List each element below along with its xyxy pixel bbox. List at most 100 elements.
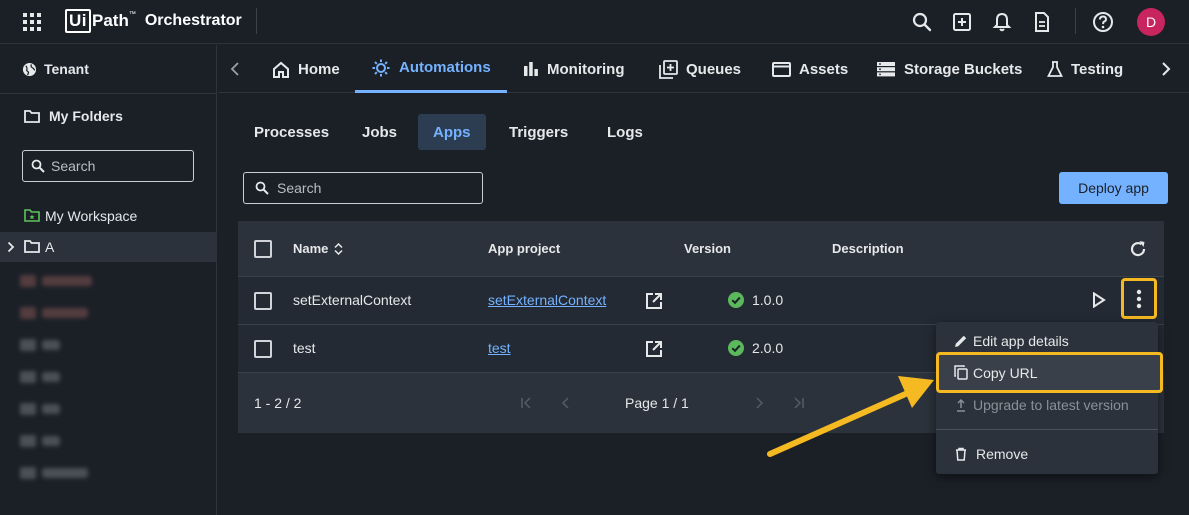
- column-header-name[interactable]: Name: [293, 241, 343, 256]
- chevron-right-icon[interactable]: [1157, 60, 1175, 78]
- external-link-icon[interactable]: [645, 340, 663, 358]
- column-header-app-project: App project: [488, 241, 561, 256]
- check-circle-icon: [728, 292, 744, 308]
- document-icon[interactable]: [1031, 11, 1053, 33]
- tab-home[interactable]: Home: [272, 45, 340, 93]
- column-header-version: Version: [684, 241, 731, 256]
- run-icon[interactable]: [1092, 292, 1106, 308]
- copy-icon: [954, 365, 968, 380]
- external-link-icon[interactable]: [645, 292, 663, 310]
- more-actions-button[interactable]: [1121, 278, 1157, 319]
- uipath-logo[interactable]: Ui Path ™ Orchestrator: [65, 9, 242, 33]
- sidebar-item-a[interactable]: A: [0, 232, 217, 262]
- tab-testing[interactable]: Testing: [1047, 45, 1123, 93]
- divider: [256, 8, 257, 34]
- divider: [0, 93, 217, 94]
- workspace-folder-icon: [24, 209, 40, 222]
- top-bar: Ui Path ™ Orchestrator D: [0, 0, 1189, 44]
- row-checkbox[interactable]: [254, 292, 272, 310]
- menu-item-upgrade[interactable]: Upgrade to latest version: [936, 390, 1158, 420]
- table-row[interactable]: setExternalContext setExternalContext 1.…: [238, 277, 1164, 325]
- chevron-right-icon[interactable]: [7, 241, 15, 253]
- automations-icon: [372, 59, 390, 76]
- logo-trademark: ™: [128, 11, 136, 18]
- check-circle-icon: [728, 340, 744, 356]
- search-icon: [31, 159, 45, 173]
- tab-monitoring[interactable]: Monitoring: [523, 45, 624, 93]
- redacted-folder[interactable]: [20, 338, 60, 352]
- sidebar-item-label: A: [45, 239, 55, 255]
- apps-search-input[interactable]: [277, 180, 467, 196]
- divider: [1075, 8, 1076, 34]
- my-folders-link[interactable]: My Folders: [24, 108, 123, 124]
- page-indicator: Page 1 / 1: [625, 395, 689, 411]
- main-nav: Home Automations Monitoring Queues Asset…: [218, 45, 1189, 93]
- assets-icon: [772, 61, 791, 77]
- apps-search[interactable]: [243, 172, 483, 204]
- app-project-link[interactable]: test: [488, 340, 511, 356]
- menu-item-label: Edit app details: [973, 333, 1069, 349]
- menu-item-copy-url[interactable]: Copy URL: [936, 352, 1163, 393]
- menu-item-label: Copy URL: [973, 365, 1038, 381]
- folder-icon: [24, 240, 40, 253]
- bell-icon[interactable]: [991, 11, 1013, 33]
- app-name: test: [293, 340, 316, 356]
- tab-label: Home: [298, 60, 340, 78]
- redacted-folder[interactable]: [20, 466, 88, 480]
- tab-label: Assets: [799, 60, 849, 78]
- first-page-icon[interactable]: [520, 397, 532, 409]
- tab-queues[interactable]: Queues: [659, 45, 741, 93]
- subtab-logs[interactable]: Logs: [592, 114, 658, 150]
- search-icon[interactable]: [911, 11, 933, 33]
- subtab-jobs[interactable]: Jobs: [347, 114, 412, 150]
- upgrade-icon: [957, 398, 965, 412]
- app-actions-menu: Edit app details Upgrade to latest versi…: [936, 322, 1158, 474]
- product-name: Orchestrator: [144, 12, 242, 29]
- subtab-processes[interactable]: Processes: [239, 114, 344, 150]
- tab-storage-buckets[interactable]: Storage Buckets: [876, 45, 1022, 93]
- subtab-apps[interactable]: Apps: [418, 114, 486, 150]
- redacted-folder[interactable]: [20, 434, 60, 448]
- logo-ui: Ui: [65, 9, 91, 33]
- row-checkbox[interactable]: [254, 340, 272, 358]
- subtab-triggers[interactable]: Triggers: [494, 114, 583, 150]
- app-project-link[interactable]: setExternalContext: [488, 292, 606, 308]
- refresh-icon[interactable]: [1128, 239, 1148, 259]
- table-header: Name App project Version Description: [238, 221, 1164, 277]
- tab-automations[interactable]: Automations: [355, 45, 507, 93]
- version-cell: 1.0.0: [728, 292, 783, 308]
- add-icon[interactable]: [951, 11, 973, 33]
- sort-icon[interactable]: [334, 242, 343, 255]
- version-label: 2.0.0: [752, 340, 784, 356]
- kebab-menu-icon: [1136, 289, 1142, 308]
- redacted-folder[interactable]: [20, 274, 92, 288]
- folder-search-input[interactable]: [51, 158, 181, 174]
- trash-icon: [956, 447, 966, 461]
- menu-item-remove[interactable]: Remove: [936, 439, 1158, 469]
- app-launcher-icon[interactable]: [23, 13, 41, 31]
- tab-assets[interactable]: Assets: [772, 45, 848, 93]
- menu-item-label: Remove: [976, 446, 1029, 462]
- folder-search[interactable]: [22, 150, 194, 182]
- queues-icon: [659, 59, 678, 79]
- tenant-link[interactable]: Tenant: [22, 61, 89, 77]
- redacted-folder[interactable]: [20, 370, 60, 384]
- row-range: 1 - 2 / 2: [254, 395, 302, 411]
- user-avatar[interactable]: D: [1137, 8, 1165, 36]
- sidebar-item-my-workspace[interactable]: My Workspace: [0, 201, 217, 231]
- pencil-icon: [955, 335, 967, 347]
- tab-label: Monitoring: [547, 60, 625, 78]
- redacted-folder[interactable]: [20, 402, 60, 416]
- select-all-checkbox[interactable]: [254, 240, 272, 258]
- help-icon[interactable]: [1092, 11, 1114, 33]
- column-header-description: Description: [832, 241, 904, 256]
- chevron-left-icon[interactable]: [227, 60, 245, 78]
- home-icon: [273, 61, 289, 78]
- folder-icon: [24, 109, 40, 123]
- redacted-folder[interactable]: [20, 306, 88, 320]
- tab-label: Storage Buckets: [904, 60, 1023, 78]
- previous-page-icon[interactable]: [560, 397, 572, 409]
- storage-icon: [877, 62, 895, 77]
- tab-label: Queues: [686, 60, 742, 78]
- deploy-app-button[interactable]: Deploy app: [1059, 172, 1168, 204]
